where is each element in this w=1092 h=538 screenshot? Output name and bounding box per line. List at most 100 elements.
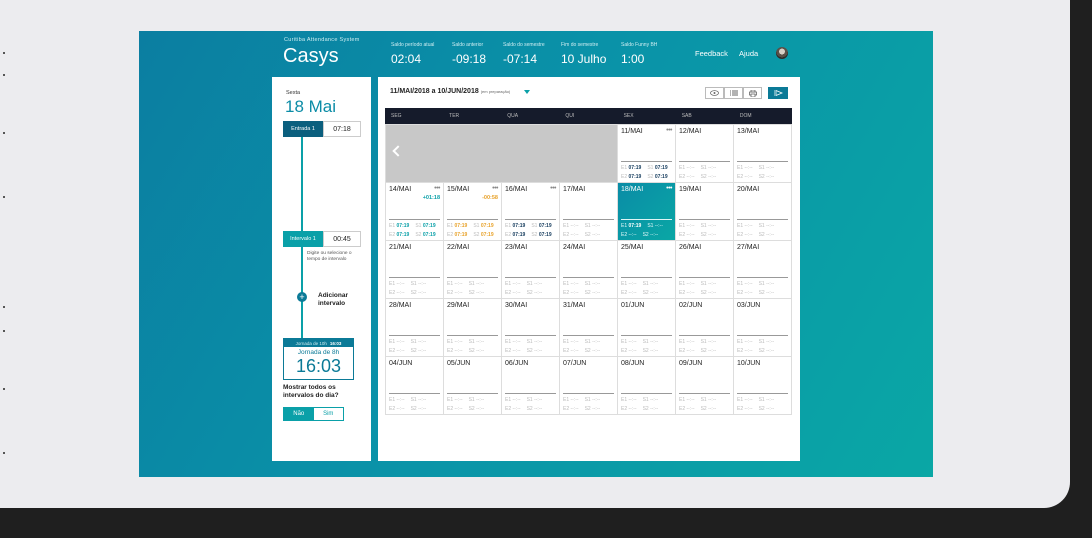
day-cell[interactable]: 31/MAI E1 --:-- S1 --:-- E2 --:-- S2 --:-- [560,299,618,357]
punch-row: E1 --:-- S1 --:-- [737,397,775,403]
day-cell[interactable]: 21/MAI E1 --:-- S1 --:-- E2 --:-- S2 --:-- [386,241,444,299]
day-cell[interactable]: 29/MAI E1 --:-- S1 --:-- E2 --:-- S2 --:-- [444,299,502,357]
day-number: 31/MAI [563,302,586,309]
day-cell-today[interactable]: 18/MAI ••• E1 07:19 S1 --:-- E2 --:-- S2 -… [618,183,676,241]
punch-row: E2 --:-- S2 --:-- [621,348,659,354]
help-link[interactable]: Ajuda [739,49,758,58]
day-cell[interactable]: 05/JUN E1 --:-- S1 --:-- E2 --:-- S2 --:-- [444,357,502,415]
app-logo[interactable]: Casys [283,45,339,68]
day-cell[interactable]: 09/JUN E1 --:-- S1 --:-- E2 --:-- S2 --:-- [676,357,734,415]
show-intervals-toggle: Não Sim [283,407,344,421]
day-cell[interactable]: 27/MAI E1 --:-- S1 --:-- E2 --:-- S2 --:-- [734,241,792,299]
intervalo-time-input[interactable]: 00:45 [323,231,361,247]
punch-row: E1 07:19 S1 07:19 [505,223,552,229]
stat-value: -09:18 [452,52,487,66]
day-number: 13/MAI [737,128,760,135]
day-cell[interactable]: 07/JUN E1 --:-- S1 --:-- E2 --:-- S2 --:-- [560,357,618,415]
punch-row: E2 --:-- S2 --:-- [737,174,775,180]
divider [447,335,498,336]
day-cell[interactable]: 24/MAI E1 --:-- S1 --:-- E2 --:-- S2 --:-- [560,241,618,299]
day-cell[interactable]: 01/JUN E1 --:-- S1 --:-- E2 --:-- S2 --:-- [618,299,676,357]
day-number: 15/MAI [447,186,470,193]
eye-icon [710,90,719,96]
day-cell[interactable]: 03/JUN E1 --:-- S1 --:-- E2 --:-- S2 --:-- [734,299,792,357]
avatar[interactable] [776,47,788,59]
day-cell[interactable]: 17/MAI E1 --:-- S1 --:-- E2 --:-- S2 --:-- [560,183,618,241]
day-number: 03/JUN [737,302,761,309]
edge-mark [3,74,5,76]
punch-row: E2 --:-- S2 --:-- [447,348,485,354]
printer-icon [748,89,757,97]
day-cell[interactable]: 25/MAI E1 --:-- S1 --:-- E2 --:-- S2 --:-- [618,241,676,299]
punch-row: E2 07:19 S2 07:19 [447,232,494,238]
punch-row: E1 --:-- S1 --:-- [563,281,601,287]
punch-row: E2 --:-- S2 --:-- [563,348,601,354]
punch-row: E2 --:-- S2 --:-- [621,406,659,412]
day-cell[interactable]: 06/JUN E1 --:-- S1 --:-- E2 --:-- S2 --:-- [502,357,560,415]
day-cell[interactable]: 13/MAI E1 --:-- S1 --:-- E2 --:-- S2 --:-- [734,125,792,183]
feedback-link[interactable]: Feedback [695,49,728,58]
view-button[interactable] [705,87,724,99]
day-cell[interactable]: 16/MAI ••• E1 07:19 S1 07:19 E2 07:19 S2 0… [502,183,560,241]
add-interval-button[interactable]: + [297,292,307,302]
send-button[interactable] [768,87,788,99]
punch-row: E2 --:-- S2 --:-- [737,232,775,238]
stat-value: -07:14 [503,52,538,66]
day-cell[interactable]: 08/JUN E1 --:-- S1 --:-- E2 --:-- S2 --:-- [618,357,676,415]
print-button[interactable] [743,87,762,99]
day-cell[interactable]: 14/MAI ••• +01:18 E1 07:19 S1 07:19 E2 07… [386,183,444,241]
day-cell[interactable]: 22/MAI E1 --:-- S1 --:-- E2 --:-- S2 --:-- [444,241,502,299]
weekday-mon: SEG [391,113,402,119]
punch-row: E2 --:-- S2 --:-- [679,348,717,354]
punch-row: E2 --:-- S2 --:-- [505,290,543,296]
day-cell[interactable]: 20/MAI E1 --:-- S1 --:-- E2 --:-- S2 --:-- [734,183,792,241]
more-icon[interactable]: ••• [434,185,440,192]
day-cell[interactable]: 26/MAI E1 --:-- S1 --:-- E2 --:-- S2 --:-- [676,241,734,299]
punch-row: E1 --:-- S1 --:-- [563,339,601,345]
entrada-row: Entrada 1 07:18 [283,121,361,137]
punch-row: E1 --:-- S1 --:-- [737,165,775,171]
day-cell[interactable]: 19/MAI E1 --:-- S1 --:-- E2 --:-- S2 --:-- [676,183,734,241]
chevron-left-icon[interactable] [392,145,404,157]
day-cell[interactable]: 11/MAI ••• E1 07:19 S1 07:19 E2 07:19 S2 0… [618,125,676,183]
weekday-tue: TER [449,113,460,119]
more-icon[interactable]: ••• [550,185,556,192]
intervalo-hint: Digite ou selecione o tempo de intervalo [307,251,352,262]
day-cell[interactable]: 10/JUN E1 --:-- S1 --:-- E2 --:-- S2 --:-- [734,357,792,415]
day-cell[interactable]: 12/MAI E1 --:-- S1 --:-- E2 --:-- S2 --:-- [676,125,734,183]
divider [737,161,788,162]
day-number: 30/MAI [505,302,528,309]
list-button[interactable] [724,87,743,99]
more-icon[interactable]: ••• [492,185,498,192]
punch-row: E2 --:-- S2 --:-- [679,290,717,296]
day-cell[interactable]: 23/MAI E1 --:-- S1 --:-- E2 --:-- S2 --:-- [502,241,560,299]
day-cell[interactable]: 30/MAI E1 --:-- S1 --:-- E2 --:-- S2 --:-- [502,299,560,357]
punch-row: E2 07:19 S2 07:19 [505,232,552,238]
day-number: 27/MAI [737,244,760,251]
more-icon[interactable]: ••• [666,185,672,192]
entrada-tag: Entrada 1 [283,121,323,137]
day-cell[interactable]: 02/JUN E1 --:-- S1 --:-- E2 --:-- S2 --:-- [676,299,734,357]
punch-row: E1 --:-- S1 --:-- [621,397,659,403]
date-range[interactable]: 11/MAI/2018 a 10/JUN/2018 (em preparação… [390,88,510,95]
add-interval-label[interactable]: Adicionar intervalo [318,292,358,308]
toggle-yes[interactable]: Sim [313,408,343,420]
toggle-no[interactable]: Não [284,408,314,420]
weekday-sun: DOM [739,113,752,119]
punch-row: E1 --:-- S1 --:-- [447,397,485,403]
send-icon [773,90,783,96]
chevron-down-icon[interactable] [524,90,530,94]
entrada-time-input[interactable]: 07:18 [323,121,361,137]
calendar-panel: 11/MAI/2018 a 10/JUN/2018 (em preparação… [378,77,800,461]
day-cell[interactable]: 15/MAI ••• -00:58 E1 07:19 S1 07:19 E2 07… [444,183,502,241]
edge-mark [3,388,5,390]
divider [447,393,498,394]
divider [563,277,614,278]
day-cell[interactable]: 28/MAI E1 --:-- S1 --:-- E2 --:-- S2 --:-- [386,299,444,357]
more-icon[interactable]: ••• [666,127,672,134]
divider [621,277,672,278]
day-cell[interactable]: 04/JUN E1 --:-- S1 --:-- E2 --:-- S2 --:-- [386,357,444,415]
selected-date: 18 Mai [285,97,337,116]
day-number: 25/MAI [621,244,644,251]
jornada-card: Jornada de 10h 16:03 Jornada de 8h 16:03 [283,338,354,380]
